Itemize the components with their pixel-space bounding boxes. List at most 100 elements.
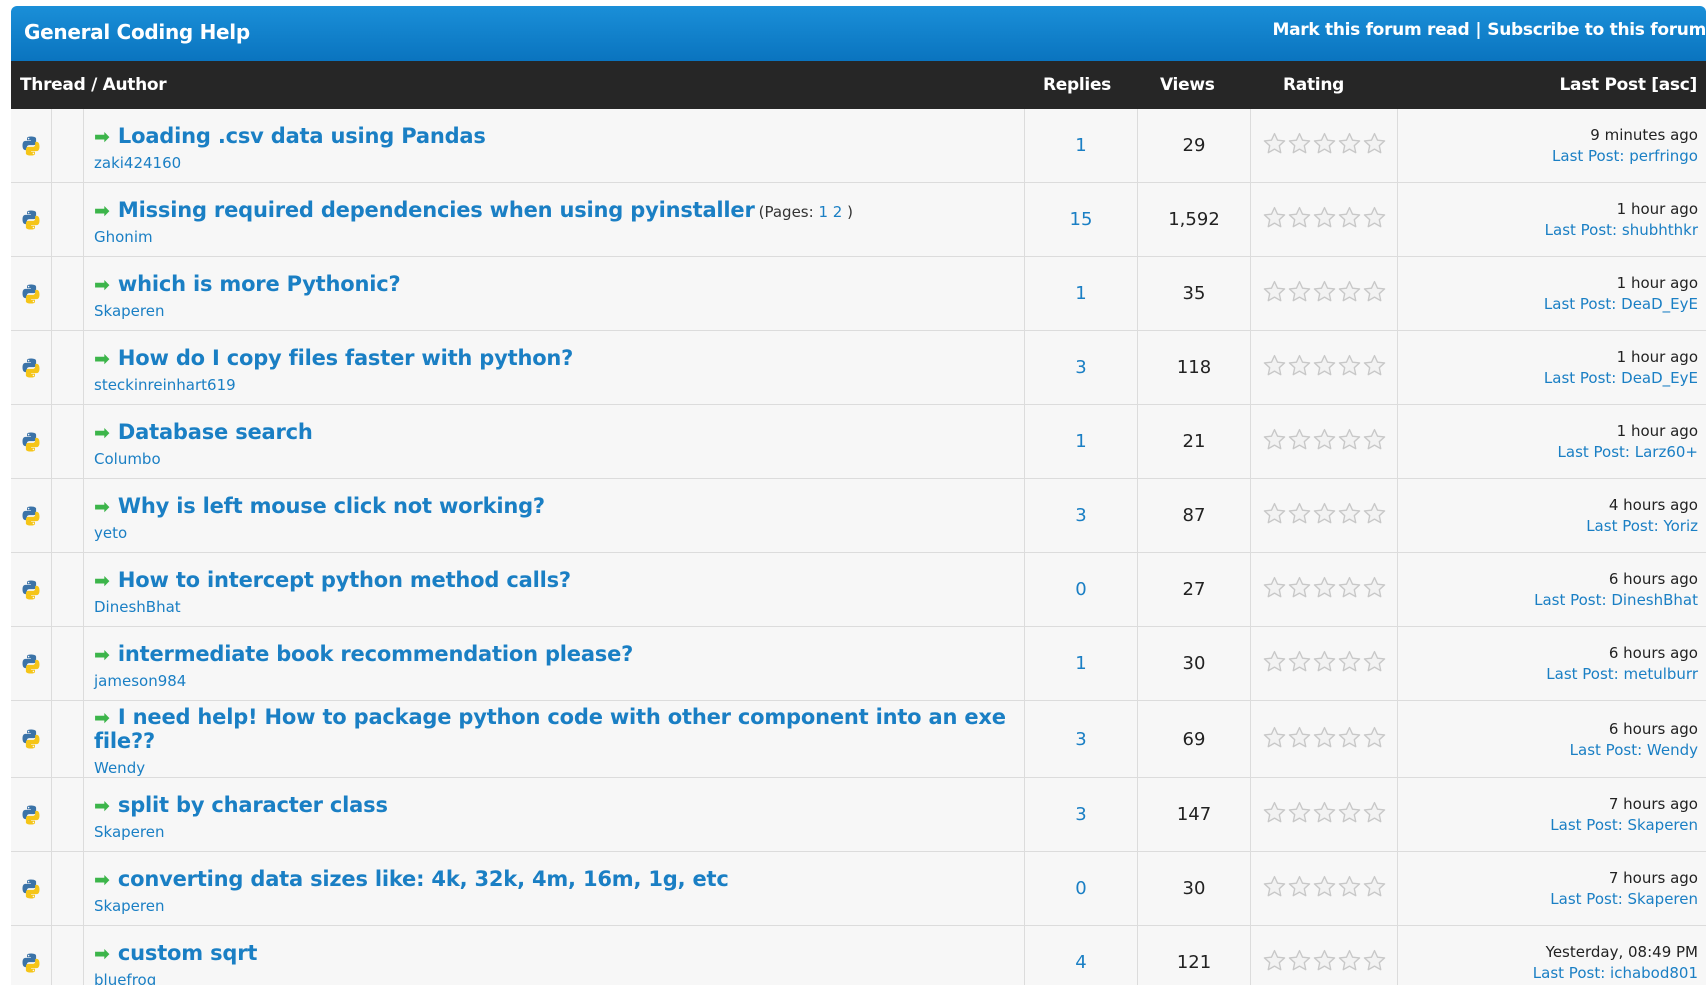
last-post-user-link[interactable]: Yoriz	[1663, 517, 1698, 535]
star-icon[interactable]	[1262, 353, 1287, 382]
last-post-user-link[interactable]: metulburr	[1624, 665, 1699, 683]
star-icon[interactable]	[1287, 205, 1312, 234]
star-icon[interactable]	[1312, 131, 1337, 160]
star-icon[interactable]	[1287, 800, 1312, 829]
star-icon[interactable]	[1312, 874, 1337, 903]
new-post-arrow-icon[interactable]: ➡	[94, 274, 110, 296]
star-icon[interactable]	[1287, 501, 1312, 530]
star-icon[interactable]	[1337, 649, 1362, 678]
star-icon[interactable]	[1312, 353, 1337, 382]
column-replies[interactable]: Replies	[1043, 75, 1111, 95]
last-post-time[interactable]: 1 hour ago	[1398, 200, 1698, 218]
star-icon[interactable]	[1362, 279, 1387, 308]
star-icon[interactable]	[1362, 575, 1387, 604]
last-post-time[interactable]: 6 hours ago	[1398, 720, 1698, 738]
new-post-arrow-icon[interactable]: ➡	[94, 422, 110, 444]
star-rating[interactable]	[1262, 874, 1387, 903]
star-icon[interactable]	[1262, 575, 1287, 604]
thread-title-link[interactable]: custom sqrt	[118, 941, 257, 965]
star-rating[interactable]	[1262, 649, 1387, 678]
star-icon[interactable]	[1362, 874, 1387, 903]
thread-author-link[interactable]: Wendy	[94, 759, 1024, 777]
star-rating[interactable]	[1262, 575, 1387, 604]
last-post-time[interactable]: 6 hours ago	[1398, 644, 1698, 662]
mark-forum-read-link[interactable]: Mark this forum read	[1273, 20, 1470, 40]
new-post-arrow-icon[interactable]: ➡	[94, 200, 110, 222]
new-post-arrow-icon[interactable]: ➡	[94, 348, 110, 370]
new-post-arrow-icon[interactable]: ➡	[94, 869, 110, 891]
star-icon[interactable]	[1262, 725, 1287, 754]
star-icon[interactable]	[1362, 205, 1387, 234]
replies-count-link[interactable]: 3	[1075, 357, 1086, 378]
new-post-arrow-icon[interactable]: ➡	[94, 795, 110, 817]
thread-title-link[interactable]: converting data sizes like: 4k, 32k, 4m,…	[118, 867, 729, 891]
page-link[interactable]: 1	[818, 203, 828, 221]
star-icon[interactable]	[1312, 279, 1337, 308]
new-post-arrow-icon[interactable]: ➡	[94, 943, 110, 965]
star-icon[interactable]	[1262, 501, 1287, 530]
star-icon[interactable]	[1287, 353, 1312, 382]
star-icon[interactable]	[1362, 501, 1387, 530]
star-icon[interactable]	[1312, 725, 1337, 754]
column-views[interactable]: Views	[1160, 75, 1215, 95]
thread-author-link[interactable]: Ghonim	[94, 228, 1024, 246]
star-icon[interactable]	[1262, 948, 1287, 977]
new-post-arrow-icon[interactable]: ➡	[94, 570, 110, 592]
star-icon[interactable]	[1262, 874, 1287, 903]
thread-title-link[interactable]: How do I copy files faster with python?	[118, 346, 573, 370]
star-icon[interactable]	[1287, 131, 1312, 160]
replies-count-link[interactable]: 1	[1075, 283, 1086, 304]
star-icon[interactable]	[1337, 501, 1362, 530]
star-rating[interactable]	[1262, 353, 1387, 382]
thread-author-link[interactable]: Columbo	[94, 450, 1024, 468]
thread-title-link[interactable]: Why is left mouse click not working?	[118, 494, 545, 518]
star-icon[interactable]	[1337, 279, 1362, 308]
star-icon[interactable]	[1287, 948, 1312, 977]
thread-author-link[interactable]: jameson984	[94, 672, 1024, 690]
star-icon[interactable]	[1337, 131, 1362, 160]
replies-count-link[interactable]: 3	[1075, 804, 1086, 825]
star-rating[interactable]	[1262, 205, 1387, 234]
last-post-time[interactable]: 4 hours ago	[1398, 496, 1698, 514]
replies-count-link[interactable]: 3	[1075, 729, 1086, 750]
star-icon[interactable]	[1337, 948, 1362, 977]
last-post-user-link[interactable]: Skaperen	[1628, 816, 1698, 834]
star-icon[interactable]	[1287, 575, 1312, 604]
star-icon[interactable]	[1287, 874, 1312, 903]
star-rating[interactable]	[1262, 501, 1387, 530]
last-post-user-link[interactable]: Larz60+	[1635, 443, 1698, 461]
star-icon[interactable]	[1312, 948, 1337, 977]
thread-author-link[interactable]: steckinreinhart619	[94, 376, 1024, 394]
thread-title-link[interactable]: Missing required dependencies when using…	[118, 198, 755, 222]
replies-count-link[interactable]: 4	[1075, 952, 1086, 973]
thread-title-link[interactable]: which is more Pythonic?	[118, 272, 401, 296]
thread-author-link[interactable]: bluefrog	[94, 971, 1024, 985]
thread-title-link[interactable]: split by character class	[118, 793, 388, 817]
star-icon[interactable]	[1362, 427, 1387, 456]
thread-author-link[interactable]: yeto	[94, 524, 1024, 542]
thread-author-link[interactable]: DineshBhat	[94, 598, 1024, 616]
star-icon[interactable]	[1312, 649, 1337, 678]
star-icon[interactable]	[1262, 800, 1287, 829]
star-rating[interactable]	[1262, 800, 1387, 829]
last-post-user-link[interactable]: DeaD_EyE	[1621, 369, 1698, 387]
star-rating[interactable]	[1262, 131, 1387, 160]
star-icon[interactable]	[1337, 725, 1362, 754]
subscribe-forum-link[interactable]: Subscribe to this forum	[1487, 20, 1706, 40]
last-post-time[interactable]: 1 hour ago	[1398, 422, 1698, 440]
star-icon[interactable]	[1362, 649, 1387, 678]
thread-title-link[interactable]: I need help! How to package python code …	[94, 705, 1006, 753]
last-post-time[interactable]: 7 hours ago	[1398, 869, 1698, 887]
star-icon[interactable]	[1312, 501, 1337, 530]
star-icon[interactable]	[1337, 874, 1362, 903]
star-icon[interactable]	[1362, 948, 1387, 977]
thread-title-link[interactable]: Database search	[118, 420, 313, 444]
star-icon[interactable]	[1337, 205, 1362, 234]
star-rating[interactable]	[1262, 948, 1387, 977]
last-post-user-link[interactable]: Skaperen	[1628, 890, 1698, 908]
star-icon[interactable]	[1312, 800, 1337, 829]
last-post-time[interactable]: 6 hours ago	[1398, 570, 1698, 588]
column-last-post[interactable]: Last Post [asc]	[1560, 75, 1698, 95]
star-icon[interactable]	[1262, 279, 1287, 308]
star-icon[interactable]	[1262, 427, 1287, 456]
